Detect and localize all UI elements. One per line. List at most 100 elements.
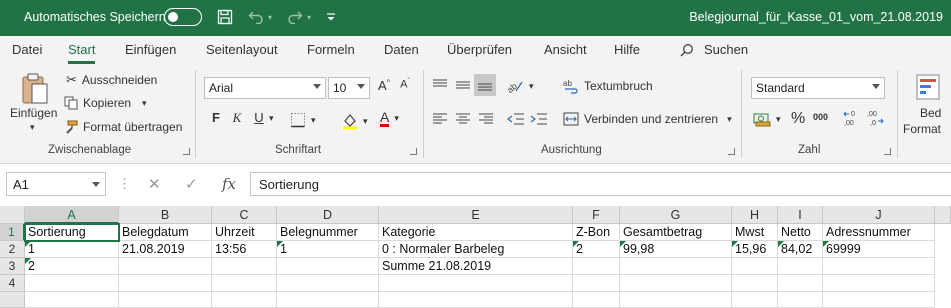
align-middle-icon[interactable] [455,78,471,92]
tab-hilfe[interactable]: Hilfe [614,42,640,57]
autosave-toggle[interactable] [164,8,202,26]
align-right-icon[interactable] [478,112,494,126]
cell-a5[interactable] [25,292,119,308]
borders-dropdown-icon[interactable]: ▾ [311,115,316,126]
cell-d4[interactable] [277,275,379,292]
formula-bar-grip-icon[interactable]: ⋮ [118,176,131,192]
cell-d5[interactable] [277,292,379,308]
conditional-formatting-icon[interactable] [916,74,940,100]
cell-e2[interactable]: 0 : Normaler Barbeleg [379,241,573,258]
cell-h1[interactable]: Mwst [732,224,778,241]
cell-b1[interactable]: Belegdatum [119,224,212,241]
merge-center-button[interactable]: Verbinden und zentrieren ▾ [563,112,732,126]
increase-indent-icon[interactable] [530,112,548,126]
cell-g5[interactable] [620,292,732,308]
undo-icon[interactable] [245,6,267,28]
row-header-3[interactable]: 3 [0,258,25,275]
cell-i1[interactable]: Netto [778,224,823,241]
cell-d3[interactable] [277,258,379,275]
row-header-1[interactable]: 1 [0,224,25,241]
search-box[interactable]: Suchen [680,42,748,57]
decrease-font-size-icon[interactable]: Aˇ [396,78,414,98]
merge-dropdown-icon[interactable]: ▾ [727,114,732,125]
cell-f2[interactable]: 2 [573,241,620,258]
cell-e4[interactable] [379,275,573,292]
cell-d2[interactable]: 1 [277,241,379,258]
fill-color-button[interactable]: ▾ [342,112,368,130]
column-header-f[interactable]: F [573,206,620,224]
cancel-entry-icon[interactable]: ✕ [148,175,161,193]
paste-icon[interactable] [20,72,50,106]
customize-toolbar-icon[interactable] [320,6,342,28]
accounting-dropdown-icon[interactable]: ▾ [776,114,781,125]
cell-j1[interactable]: Adressnummer [823,224,935,241]
borders-button[interactable]: ▾ [290,112,316,128]
column-header-e[interactable]: E [379,206,573,224]
paste-dropdown-icon[interactable]: ▾ [30,122,35,133]
tab-datei[interactable]: Datei [12,42,42,57]
row-header-2[interactable]: 2 [0,241,25,258]
cell-g3[interactable] [620,258,732,275]
cell-c4[interactable] [212,275,277,292]
cell-b3[interactable] [119,258,212,275]
cut-button[interactable]: ✂ Ausschneiden [66,72,157,88]
number-format-select[interactable]: Standard [751,77,885,99]
cell-j2[interactable]: 69999 [823,241,935,258]
save-icon[interactable] [214,6,236,28]
cell-i2[interactable]: 84,02 [778,241,823,258]
cell-f4[interactable] [573,275,620,292]
percent-icon[interactable]: % [791,110,805,128]
number-launcher-icon[interactable] [884,148,891,155]
decrease-decimal-icon[interactable]: ,00,0 [866,108,886,128]
fill-color-dropdown-icon[interactable]: ▾ [363,116,368,127]
column-header-k[interactable] [935,206,951,224]
tab-ansicht[interactable]: Ansicht [544,42,587,57]
cell-e3[interactable]: Summe 21.08.2019 [379,258,573,275]
font-color-dropdown-icon[interactable]: ▾ [394,113,399,124]
font-size-select[interactable]: 10 [328,77,370,99]
conditional-formatting-label-1[interactable]: Bed [920,106,941,120]
tab-start[interactable]: Start [68,42,96,64]
cell-e1[interactable]: Kategorie [379,224,573,241]
thousands-separator-icon[interactable]: 000 [813,112,828,122]
name-box[interactable]: A1 [6,172,106,196]
align-top-icon[interactable] [432,78,448,92]
cell-h2[interactable]: 15,96 [732,241,778,258]
column-header-i[interactable]: I [778,206,823,224]
column-header-g[interactable]: G [620,206,732,224]
align-bottom-icon[interactable] [474,74,496,96]
format-painter-button[interactable]: Format übertragen [64,120,182,134]
clipboard-launcher-icon[interactable] [183,148,190,155]
row-header-4[interactable]: 4 [0,275,25,292]
column-header-b[interactable]: B [119,206,212,224]
cell-c5[interactable] [212,292,277,308]
cell-d1[interactable]: Belegnummer [277,224,379,241]
orientation-dropdown-icon[interactable]: ▾ [529,81,534,92]
tab-ueberpruefen[interactable]: Überprüfen [447,42,512,57]
italic-button[interactable]: K [228,110,246,130]
underline-dropdown-icon[interactable]: ▾ [269,113,274,124]
column-header-a[interactable]: A [25,206,119,224]
copy-dropdown-icon[interactable]: ▾ [142,98,147,109]
undo-dropdown-icon[interactable]: ▾ [265,6,275,28]
cell-c3[interactable] [212,258,277,275]
underline-button[interactable]: U [250,110,268,130]
cell-h4[interactable] [732,275,778,292]
cell-b5[interactable] [119,292,212,308]
cell-a1[interactable]: Sortierung [24,223,120,242]
cell-b2[interactable]: 21.08.2019 [119,241,212,258]
cell-f5[interactable] [573,292,620,308]
column-header-h[interactable]: H [732,206,778,224]
font-color-button[interactable]: A ▾ [380,110,399,127]
cell-g1[interactable]: Gesamtbetrag [620,224,732,241]
cell-j4[interactable] [823,275,935,292]
cell-j5[interactable] [823,292,935,308]
font-name-select[interactable]: Arial [204,77,326,99]
column-header-d[interactable]: D [277,206,379,224]
copy-button[interactable]: Kopieren ▾ [64,96,147,110]
alignment-launcher-icon[interactable] [728,148,735,155]
bold-button[interactable]: F [207,110,225,130]
cell-f1[interactable]: Z-Bon [573,224,620,241]
cell-a3[interactable]: 2 [25,258,119,275]
align-center-icon[interactable] [455,112,471,126]
